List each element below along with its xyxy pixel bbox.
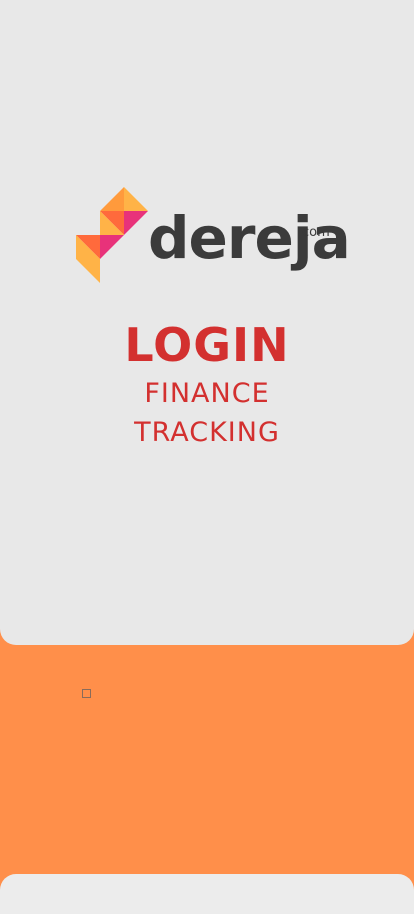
bottom-sheet	[0, 874, 414, 914]
logo-mark-icon	[76, 187, 148, 283]
subtitle-line-2: TRACKING	[134, 417, 280, 448]
logo-suffix: com	[302, 225, 330, 240]
dereja-logo: dereja com	[76, 187, 351, 297]
header-card: dereja com LOGIN FINANCE TRACKING	[0, 0, 414, 645]
subtitle-line-1: FINANCE	[144, 378, 270, 409]
remember-checkbox[interactable]	[82, 689, 91, 698]
page-title: LOGIN	[124, 318, 290, 372]
